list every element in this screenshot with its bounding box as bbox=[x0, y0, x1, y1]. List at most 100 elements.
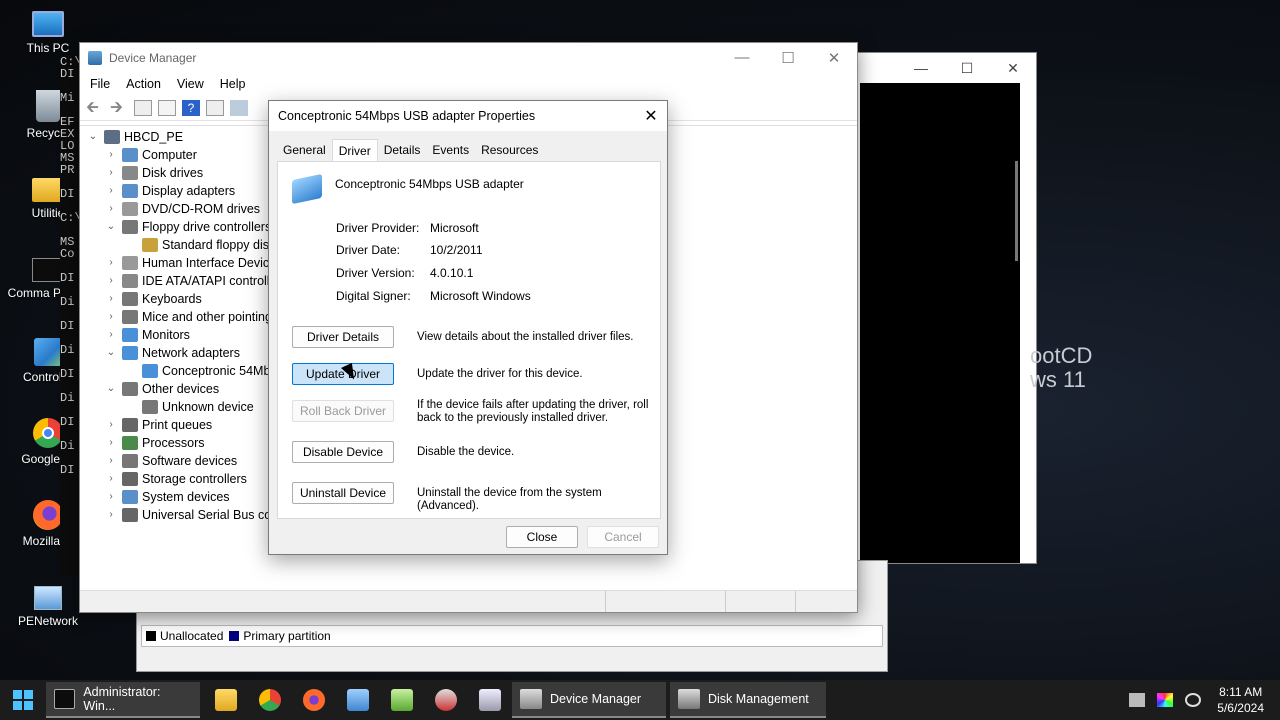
tree-category[interactable]: › Keyboards bbox=[104, 290, 202, 308]
tree-category[interactable]: › Processors bbox=[104, 434, 205, 452]
tree-node-label: Monitors bbox=[142, 328, 190, 342]
chevron-right-icon[interactable]: › bbox=[104, 434, 118, 452]
tree-category[interactable]: ⌄ Other devices bbox=[104, 380, 219, 398]
tools-icon[interactable] bbox=[1129, 693, 1146, 707]
chevron-right-icon[interactable]: › bbox=[104, 272, 118, 290]
tree-device[interactable]: Standard floppy disk bbox=[124, 236, 275, 254]
tree-category[interactable]: › Universal Serial Bus cont bbox=[104, 506, 282, 524]
device-manager-titlebar[interactable]: Device Manager — ☐ ✕ bbox=[80, 43, 857, 73]
chevron-right-icon[interactable]: › bbox=[104, 200, 118, 218]
minimize-icon[interactable]: — bbox=[898, 60, 944, 76]
minimize-icon[interactable]: — bbox=[719, 49, 765, 67]
info-value: Microsoft Windows bbox=[430, 289, 531, 303]
tree-category[interactable]: › Print queues bbox=[104, 416, 212, 434]
tree-category[interactable]: › IDE ATA/ATAPI controlle bbox=[104, 272, 277, 290]
tree-node-label: DVD/CD-ROM drives bbox=[142, 202, 261, 216]
tree-category[interactable]: › Mice and other pointing bbox=[104, 308, 272, 326]
tree-device[interactable]: Unknown device bbox=[124, 398, 254, 416]
close-button[interactable]: Close bbox=[506, 526, 578, 548]
menu-help[interactable]: Help bbox=[220, 77, 254, 91]
tree-category[interactable]: › Computer bbox=[104, 146, 197, 164]
close-icon[interactable]: ✕ bbox=[635, 106, 667, 126]
taskbar-pin-chrome[interactable] bbox=[248, 682, 292, 718]
chevron-right-icon[interactable]: › bbox=[104, 506, 118, 524]
brand-line-2: ws 11 bbox=[1030, 367, 1086, 392]
cancel-button[interactable]: Cancel bbox=[587, 526, 659, 548]
taskbar-pin-file-explorer[interactable] bbox=[204, 682, 248, 718]
maximize-icon[interactable]: ☐ bbox=[944, 60, 990, 77]
tab-general[interactable]: General bbox=[277, 139, 332, 161]
chevron-right-icon[interactable]: › bbox=[104, 452, 118, 470]
tab-details[interactable]: Details bbox=[378, 139, 427, 161]
tree-root[interactable]: ⌄ HBCD_PE bbox=[86, 128, 183, 146]
chevron-right-icon[interactable]: › bbox=[104, 290, 118, 308]
taskbar-pin-notepad-plus[interactable] bbox=[380, 682, 424, 718]
view-icon[interactable] bbox=[206, 99, 224, 116]
chevron-right-icon[interactable]: › bbox=[104, 308, 118, 326]
tree-category[interactable]: › Monitors bbox=[104, 326, 190, 344]
network-status-icon[interactable] bbox=[1185, 693, 1202, 707]
close-icon[interactable]: ✕ bbox=[811, 49, 857, 67]
scrollbar[interactable] bbox=[1015, 161, 1018, 261]
dialog-titlebar[interactable]: Conceptronic 54Mbps USB adapter Properti… bbox=[269, 101, 667, 131]
taskbar-app-disk-management[interactable]: Disk Management bbox=[670, 682, 826, 718]
tree-category[interactable]: › Software devices bbox=[104, 452, 237, 470]
system-tray: 8:11 AM 5/6/2024 bbox=[1123, 680, 1280, 720]
disable-device-button[interactable]: Disable Device bbox=[292, 441, 394, 463]
chevron-down-icon[interactable]: ⌄ bbox=[104, 380, 118, 398]
tree-category[interactable]: › DVD/CD-ROM drives bbox=[104, 200, 260, 218]
taskbar-pin-notepad[interactable] bbox=[336, 682, 380, 718]
tree-node-label: Display adapters bbox=[142, 184, 236, 198]
tab-events[interactable]: Events bbox=[426, 139, 475, 161]
status-pane bbox=[726, 591, 796, 612]
menu-file[interactable]: File bbox=[90, 77, 118, 91]
info-key: Driver Provider: bbox=[336, 221, 420, 235]
chevron-right-icon[interactable]: › bbox=[104, 470, 118, 488]
tree-category[interactable]: ⌄ Network adapters bbox=[104, 344, 240, 362]
taskbar-pin-network-tool[interactable] bbox=[424, 682, 468, 718]
color-icon[interactable] bbox=[1157, 693, 1174, 707]
taskbar-app-device-manager[interactable]: Device Manager bbox=[512, 682, 666, 718]
chevron-down-icon[interactable]: ⌄ bbox=[104, 218, 118, 236]
tree-device[interactable]: Conceptronic 54Mbp bbox=[124, 362, 277, 380]
roll-back-driver-button[interactable]: Roll Back Driver bbox=[292, 400, 394, 422]
properties-grid-icon[interactable] bbox=[134, 99, 152, 116]
window-title: Device Manager bbox=[109, 51, 197, 65]
back-arrow-icon[interactable]: 🡰 bbox=[86, 99, 104, 116]
scan-hardware-icon[interactable] bbox=[230, 99, 248, 116]
taskbar-pin-firefox[interactable] bbox=[292, 682, 336, 718]
start-button[interactable] bbox=[0, 680, 46, 720]
tree-category[interactable]: › Disk drives bbox=[104, 164, 203, 182]
chrome-icon bbox=[259, 689, 281, 711]
tab-resources[interactable]: Resources bbox=[475, 139, 544, 161]
tree-category[interactable]: › Human Interface Device bbox=[104, 254, 276, 272]
tree-category[interactable]: › Storage controllers bbox=[104, 470, 247, 488]
menu-view[interactable]: View bbox=[177, 77, 212, 91]
uninstall-device-button[interactable]: Uninstall Device bbox=[292, 482, 394, 504]
driver-details-button[interactable]: Driver Details bbox=[292, 326, 394, 348]
tree-category[interactable]: › Display adapters bbox=[104, 182, 235, 200]
chevron-right-icon[interactable]: › bbox=[104, 326, 118, 344]
tab-driver[interactable]: Driver bbox=[331, 139, 378, 162]
chevron-down-icon[interactable]: ⌄ bbox=[86, 128, 100, 146]
chevron-right-icon[interactable]: › bbox=[104, 488, 118, 506]
clock[interactable]: 8:11 AM 5/6/2024 bbox=[1207, 684, 1280, 716]
category-icon bbox=[122, 310, 138, 324]
properties-icon[interactable] bbox=[158, 99, 176, 116]
help-icon[interactable]: ? bbox=[182, 99, 200, 116]
menu-action[interactable]: Action bbox=[126, 77, 169, 91]
chevron-right-icon[interactable]: › bbox=[104, 146, 118, 164]
chevron-right-icon[interactable]: › bbox=[104, 416, 118, 434]
chevron-right-icon[interactable]: › bbox=[104, 254, 118, 272]
forward-arrow-icon[interactable]: 🡲 bbox=[110, 99, 128, 116]
taskbar-app-administrator-cmd[interactable]: Administrator: Win... bbox=[46, 682, 200, 718]
close-icon[interactable]: ✕ bbox=[990, 60, 1036, 77]
chevron-right-icon[interactable]: › bbox=[104, 182, 118, 200]
tree-category[interactable]: ⌄ Floppy drive controllers bbox=[104, 218, 271, 236]
chevron-down-icon[interactable]: ⌄ bbox=[104, 344, 118, 362]
properties-dialog: Conceptronic 54Mbps USB adapter Properti… bbox=[268, 100, 668, 555]
tree-category[interactable]: › System devices bbox=[104, 488, 230, 506]
chevron-right-icon[interactable]: › bbox=[104, 164, 118, 182]
taskbar-pin-calculator[interactable] bbox=[468, 682, 512, 718]
maximize-icon[interactable]: ☐ bbox=[765, 49, 811, 67]
